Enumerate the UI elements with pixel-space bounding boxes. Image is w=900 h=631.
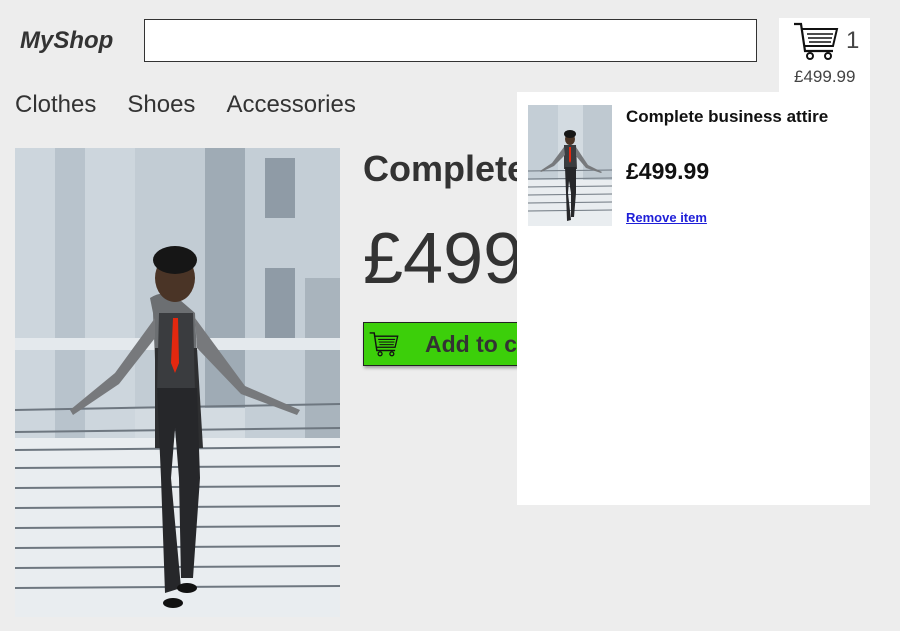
header-cart[interactable]: 1 £499.99 xyxy=(779,18,870,93)
remove-item-link[interactable]: Remove item xyxy=(626,210,707,225)
cart-item-count: 1 xyxy=(846,27,860,54)
cart-dropdown: Complete business attire £499.99 Remove … xyxy=(517,92,870,505)
nav-item-accessories[interactable]: Accessories xyxy=(226,91,355,119)
shop-logo[interactable]: MyShop xyxy=(20,27,113,55)
shopping-cart-icon[interactable] xyxy=(793,21,839,61)
cart-total: £499.99 xyxy=(794,67,856,86)
category-nav: Clothes Shoes Accessories xyxy=(15,91,356,119)
search-box[interactable] xyxy=(144,19,757,62)
shopping-cart-icon xyxy=(369,332,399,357)
nav-item-shoes[interactable]: Shoes xyxy=(127,91,195,119)
nav-item-clothes[interactable]: Clothes xyxy=(15,91,96,119)
cart-item-name[interactable]: Complete business attire xyxy=(626,107,828,127)
product-image xyxy=(15,148,340,617)
cart-item-thumbnail[interactable] xyxy=(528,105,612,226)
search-input[interactable] xyxy=(145,20,756,61)
cart-item-price: £499.99 xyxy=(626,158,710,184)
